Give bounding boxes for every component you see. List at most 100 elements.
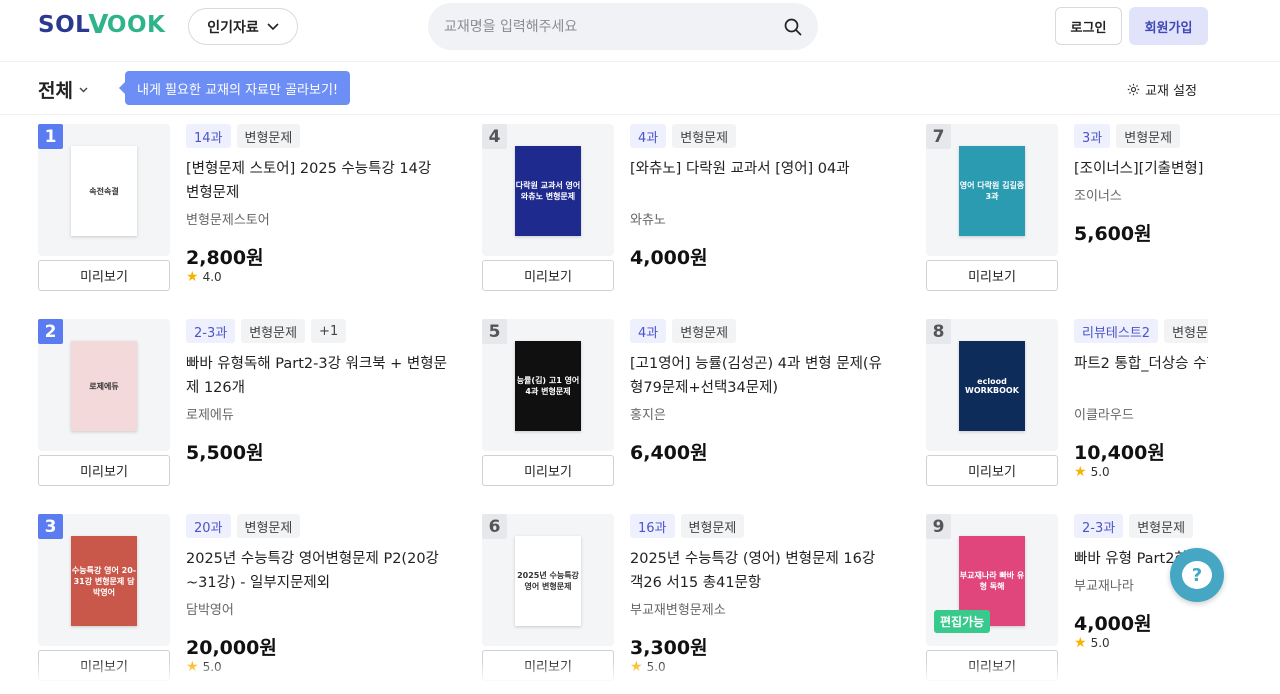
preview-button[interactable]: 미리보기 <box>482 650 614 681</box>
product-price: 2,800원 <box>186 247 264 269</box>
product-title[interactable]: [변형문제 스토어] 2025 수능특강 14강 변형문제 <box>186 157 448 205</box>
seller-name[interactable]: 변형문제스토어 <box>186 209 270 228</box>
category-label: 전체 <box>38 80 73 102</box>
star-icon: ★ <box>186 269 199 285</box>
chevron-down-icon <box>267 22 279 30</box>
category-tag: 변형문제 <box>1116 124 1181 148</box>
seller-name[interactable]: 와츄노 <box>630 209 666 228</box>
product-title[interactable]: [고1영어] 능률(김성곤) 4과 변형 문제(유형79문제+선택34문제) <box>630 352 892 400</box>
product-thumbnail[interactable]: 2025년 수능특강 영어 변형문제 6 <box>482 514 614 646</box>
rank-badge: 3 <box>38 514 63 539</box>
textbook-settings-button[interactable]: 교재 설정 <box>1127 80 1197 99</box>
chevron-down-icon <box>79 87 88 92</box>
editable-badge: 편집가능 <box>934 610 991 633</box>
seller-name[interactable]: 부교재나라 <box>1074 575 1134 594</box>
top-header: SOLVOOK 인기자료 로그인 회원가입 <box>0 0 1280 62</box>
tag-list: 3과 변형문제 <box>1074 124 1208 148</box>
product-price: 5,600원 <box>1074 223 1152 245</box>
product-title[interactable]: 빠바 유형독해 Part2-3강 워크북 + 변형문제 126개 <box>186 352 448 400</box>
product-price: 3,300원 <box>630 637 708 659</box>
product-card[interactable]: eclood WORKBOOK 8 미리보기 리뷰테스트2 변형문파트2 통합_더상승 … <box>926 319 1208 499</box>
product-rating: ★ 5.0 <box>630 659 666 675</box>
category-tag: +1 <box>311 319 347 343</box>
product-title[interactable]: 2025년 수능특강 (영어) 변형문제 16강 객26 서15 총41문항 <box>630 547 892 595</box>
tag-list: 4과 변형문제 <box>630 124 902 148</box>
lesson-tag: 3과 <box>1074 124 1111 148</box>
product-card[interactable]: 영어 다락원 김길중 3과 7 미리보기 3과변형문제 [조이너스][기출변형] 109… <box>926 124 1208 304</box>
login-button[interactable]: 로그인 <box>1055 7 1122 45</box>
preview-button[interactable]: 미리보기 <box>926 260 1058 291</box>
book-cover-image: 속전속결 <box>71 146 137 236</box>
seller-name[interactable]: 이클라우드 <box>1074 404 1134 423</box>
tag-list: 2-3과 변형문제 +1 <box>186 319 458 343</box>
logo-text-ook: OOK <box>106 12 166 38</box>
tag-list: 리뷰테스트2 변형문 <box>1074 319 1208 343</box>
product-title[interactable]: [조이너스][기출변형] 109문항 <box>1074 157 1208 181</box>
rank-badge: 2 <box>38 319 63 344</box>
popular-dropdown-button[interactable]: 인기자료 <box>188 8 298 45</box>
seller-name[interactable]: 부교재변형문제소 <box>630 599 726 618</box>
product-card[interactable]: 수능특강 영어 20-31강 변형문제 담박영어 3 미리보기 20과 변형문제 2025… <box>38 514 458 694</box>
category-dropdown[interactable]: 전체 <box>38 76 88 103</box>
rank-badge: 6 <box>482 514 507 539</box>
product-card[interactable]: 능률(김) 고1 영어 4과 변형문제 5 미리보기 4과 변형문제 [고1영어] 능률(… <box>482 319 902 499</box>
seller-name[interactable]: 조이너스 <box>1074 185 1122 204</box>
preview-button[interactable]: 미리보기 <box>926 455 1058 486</box>
solvook-logo[interactable]: SOL V OOK <box>38 10 166 40</box>
settings-label: 교재 설정 <box>1145 84 1197 99</box>
rating-value: 5.0 <box>646 660 666 674</box>
lesson-tag: 리뷰테스트2 <box>1074 319 1159 343</box>
logo-text-v: V <box>88 10 109 40</box>
signup-button[interactable]: 회원가입 <box>1129 7 1208 45</box>
preview-button[interactable]: 미리보기 <box>482 260 614 291</box>
preview-button[interactable]: 미리보기 <box>38 260 170 291</box>
tag-list: 16과 변형문제 <box>630 514 902 538</box>
preview-button[interactable]: 미리보기 <box>38 455 170 486</box>
product-title[interactable]: [와츄노] 다락원 교과서 [영어] 04과 <box>630 157 892 181</box>
product-price: 10,400원 <box>1074 442 1165 464</box>
product-thumbnail[interactable]: 속전속결 1 <box>38 124 170 256</box>
product-rating: ★ 5.0 <box>1074 464 1110 480</box>
product-card[interactable]: 부교재나라 빠바 유형 독해 9 편집가능 미리보기 2-3과 변형문제 빠바 유형 Par… <box>926 514 1208 694</box>
chat-icon: ? <box>1182 561 1212 589</box>
category-tag: 변형문제 <box>241 319 306 343</box>
product-card[interactable]: 2025년 수능특강 영어 변형문제 6 미리보기 16과 변형문제 2025년 수능특강… <box>482 514 902 694</box>
product-thumbnail[interactable]: 수능특강 영어 20-31강 변형문제 담박영어 3 <box>38 514 170 646</box>
category-tag: 변형문 <box>1164 319 1208 343</box>
search-bar <box>428 3 818 50</box>
preview-button[interactable]: 미리보기 <box>38 650 170 681</box>
product-price: 6,400원 <box>630 442 708 464</box>
tag-list: 14과 변형문제 <box>186 124 458 148</box>
search-input[interactable] <box>444 18 784 35</box>
star-icon: ★ <box>1074 635 1087 651</box>
product-card[interactable]: 로제에듀 2 미리보기 2-3과 변형문제 +1 빠바 유형독해 Part2-3강 워크북 … <box>38 319 458 499</box>
product-thumbnail[interactable]: eclood WORKBOOK 8 <box>926 319 1058 451</box>
category-tag: 변형문제 <box>680 514 745 538</box>
book-cover-image: 다락원 교과서 영어 와츄노 변형문제 <box>515 146 581 236</box>
preview-button[interactable]: 미리보기 <box>926 650 1058 681</box>
product-price: 20,000원 <box>186 637 277 659</box>
product-thumbnail[interactable]: 다락원 교과서 영어 와츄노 변형문제 4 <box>482 124 614 256</box>
star-icon: ★ <box>1074 464 1087 480</box>
product-rating: ★ 5.0 <box>1074 635 1110 651</box>
product-card[interactable]: 다락원 교과서 영어 와츄노 변형문제 4 미리보기 4과 변형문제 [와츄노] 다락원 … <box>482 124 902 304</box>
seller-name[interactable]: 홍지은 <box>630 404 666 423</box>
seller-name[interactable]: 담박영어 <box>186 599 234 618</box>
preview-button[interactable]: 미리보기 <box>482 455 614 486</box>
search-icon[interactable] <box>784 18 802 36</box>
book-cover-image: 영어 다락원 김길중 3과 <box>959 146 1025 236</box>
star-icon: ★ <box>630 659 643 675</box>
product-title[interactable]: 파트2 통합_더상승 수형문제 (총 188p) <box>1074 352 1208 376</box>
product-thumbnail[interactable]: 영어 다락원 김길중 3과 7 <box>926 124 1058 256</box>
lesson-tag: 2-3과 <box>186 319 236 343</box>
product-thumbnail[interactable]: 능률(김) 고1 영어 4과 변형문제 5 <box>482 319 614 451</box>
rating-value: 5.0 <box>202 660 222 674</box>
chat-support-button[interactable]: ? <box>1170 548 1224 602</box>
seller-name[interactable]: 로제에듀 <box>186 404 234 423</box>
product-title[interactable]: 2025년 수능특강 영어변형문제 P2(20강~31강) - 일부지문제외 <box>186 547 448 595</box>
product-card[interactable]: 속전속결 1 미리보기 14과 변형문제 [변형문제 스토어] 2025 수능특강 14강… <box>38 124 458 304</box>
product-thumbnail[interactable]: 부교재나라 빠바 유형 독해 9 편집가능 <box>926 514 1058 646</box>
tag-list: 4과 변형문제 <box>630 319 902 343</box>
product-thumbnail[interactable]: 로제에듀 2 <box>38 319 170 451</box>
rank-badge: 5 <box>482 319 507 344</box>
